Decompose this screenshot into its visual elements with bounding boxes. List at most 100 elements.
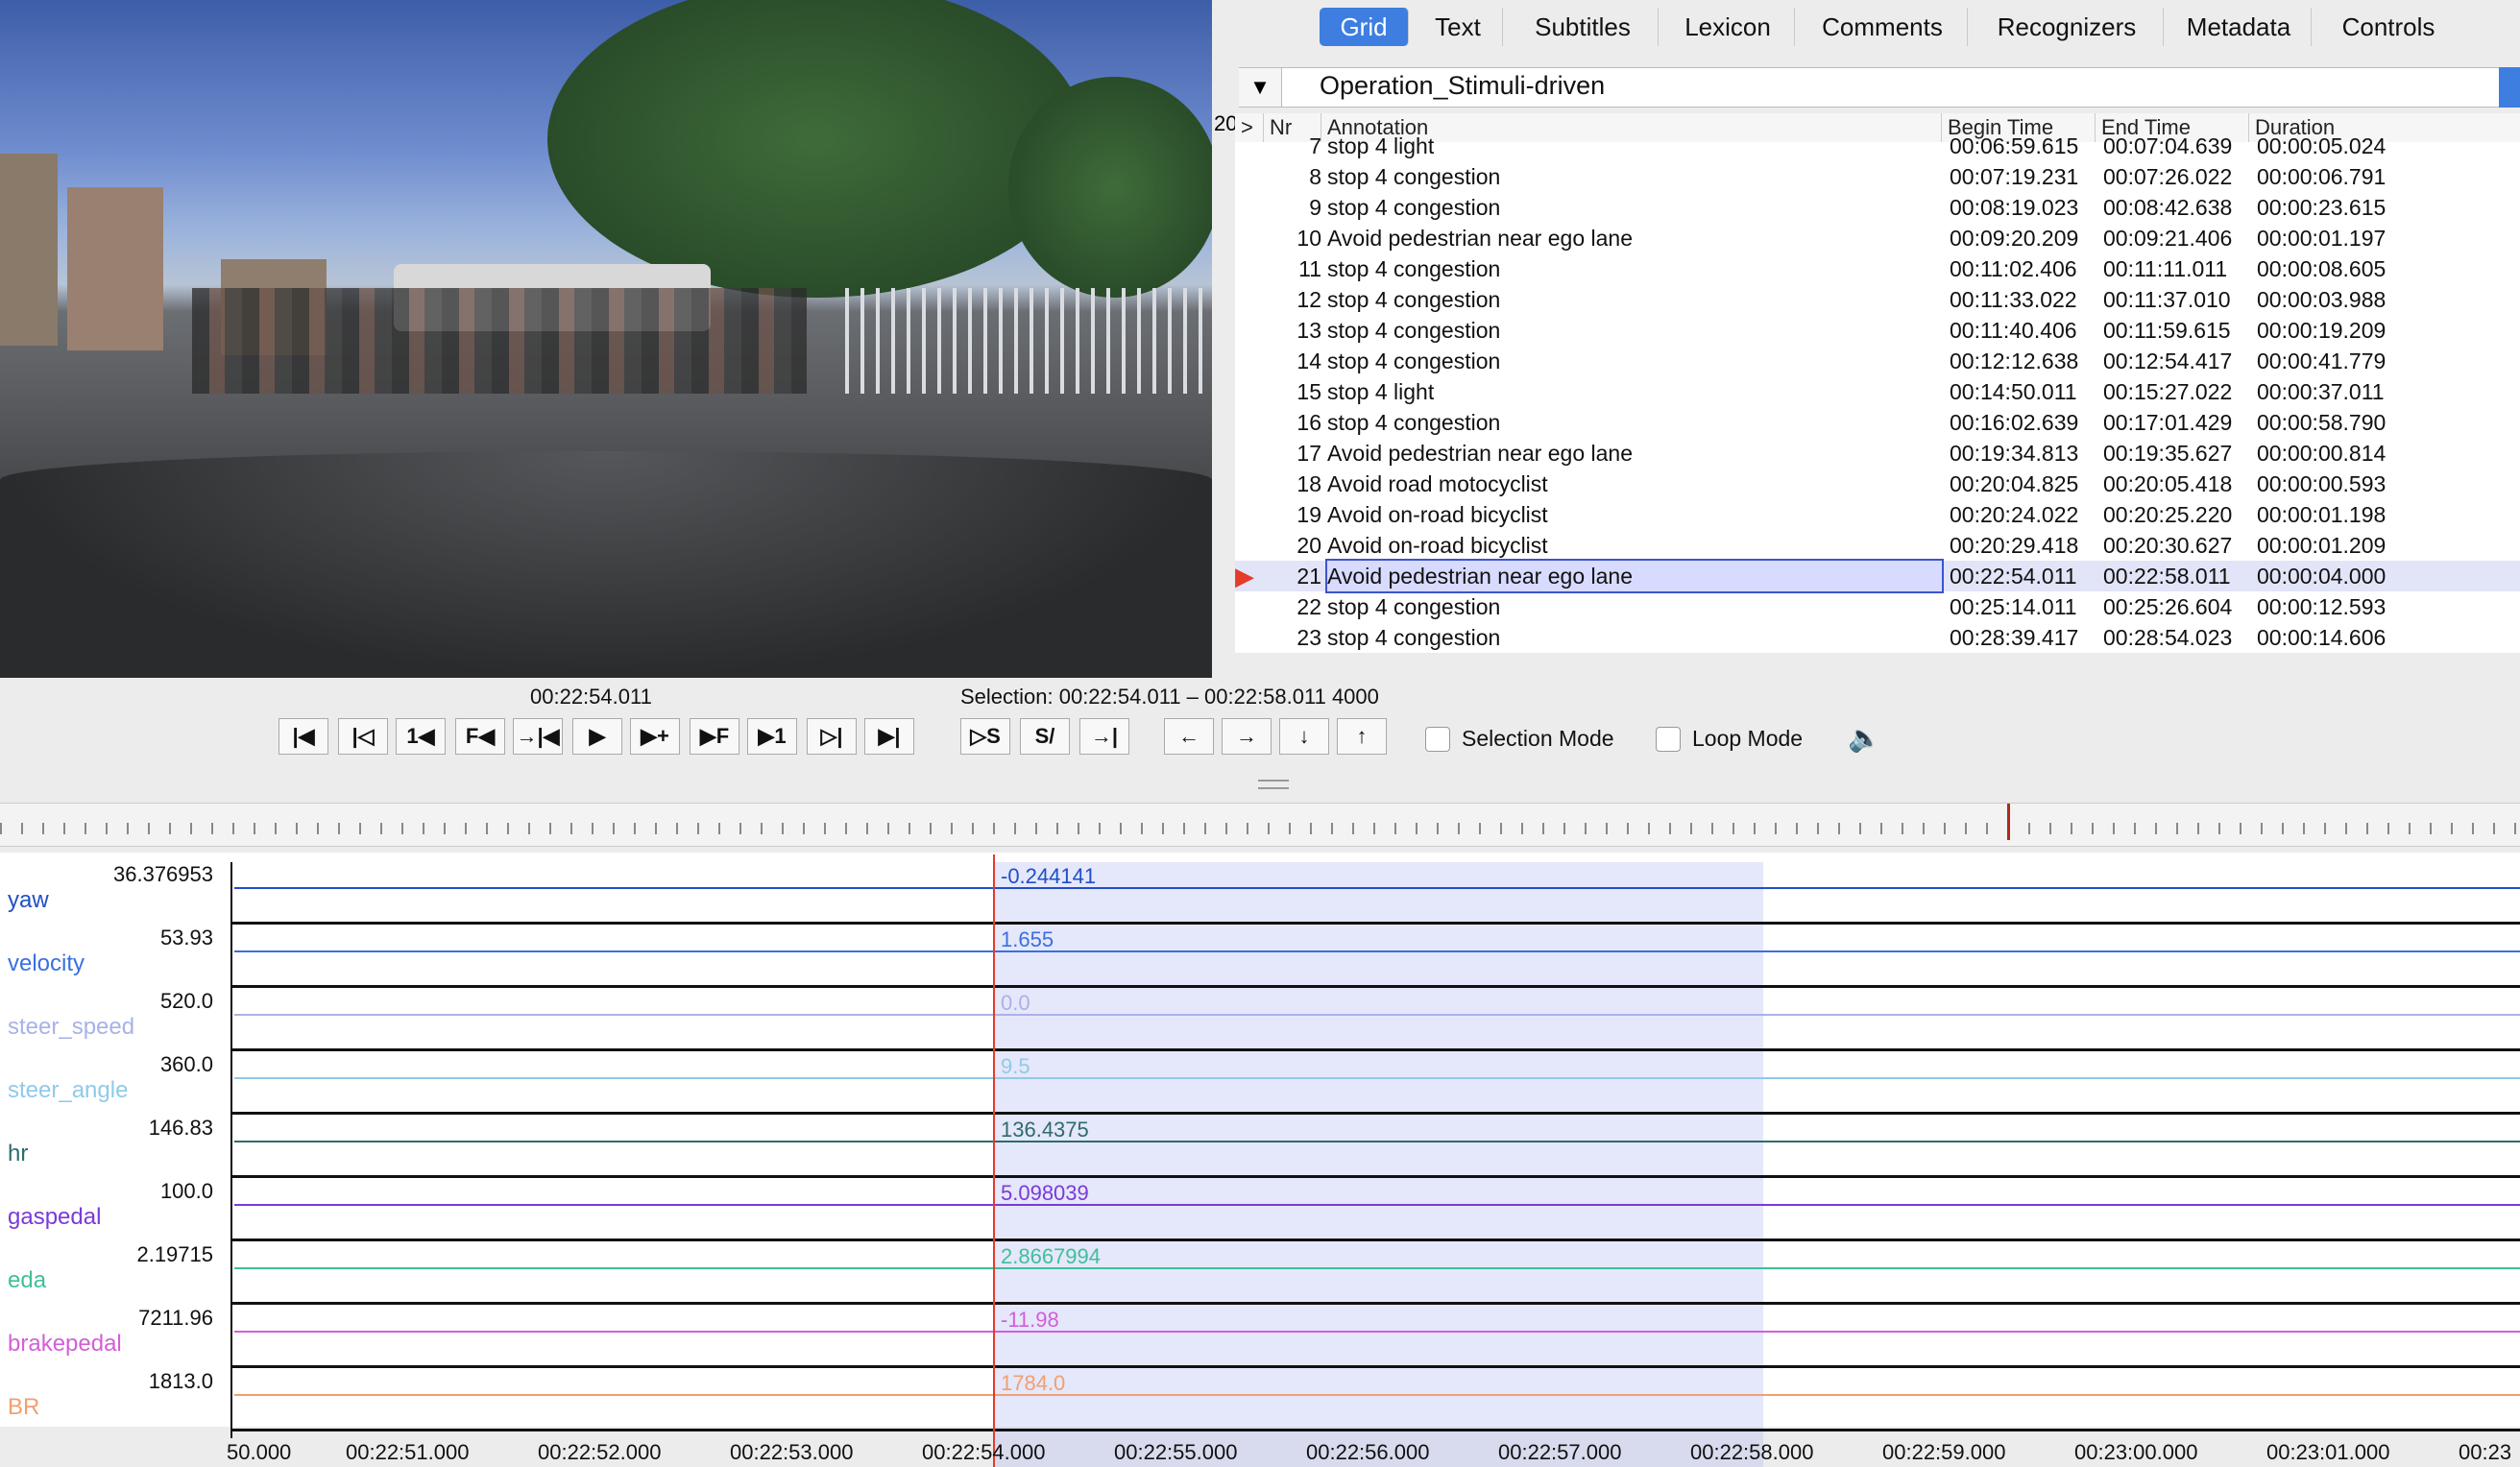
table-row[interactable]: 15 stop 4 light 00:14:50.011 00:15:27.022 00… bbox=[1235, 376, 2520, 407]
triangle-down-icon[interactable]: ▼ bbox=[1239, 68, 1282, 107]
table-row[interactable]: 19 Avoid on-road bicyclist 00:20:24.022 00:… bbox=[1235, 499, 2520, 530]
clear-selection-button[interactable]: S/ bbox=[1020, 718, 1070, 755]
crosshair-cursor[interactable] bbox=[993, 854, 995, 1467]
grid-cell-annotation: Avoid on-road bicyclist bbox=[1327, 502, 1548, 527]
grid-cell-nr: 19 bbox=[1296, 502, 1321, 527]
grid-cell-duration: 00:00:01.197 bbox=[2257, 226, 2387, 251]
table-row[interactable]: 18 Avoid road motocyclist 00:20:04.825 00:2… bbox=[1235, 469, 2520, 499]
selection-mode-checkbox[interactable] bbox=[1425, 727, 1450, 752]
tree bbox=[1008, 77, 1212, 298]
table-row[interactable]: 14 stop 4 congestion 00:12:12.638 00:12:54.… bbox=[1235, 346, 2520, 376]
prev-pixel-button[interactable]: 1◀ bbox=[396, 718, 446, 755]
play-selection-button[interactable]: ▷S bbox=[960, 718, 1010, 755]
grid-cell-end: 00:22:58.011 bbox=[2103, 564, 2231, 589]
tab-text[interactable]: Text bbox=[1414, 8, 1503, 46]
track-signal-line bbox=[234, 1394, 2520, 1396]
grid-cell-nr: 23 bbox=[1296, 625, 1321, 650]
video-frame bbox=[0, 0, 1212, 678]
grid-cell-annotation: stop 4 congestion bbox=[1327, 349, 1501, 373]
track-current-value: 136.4375 bbox=[1001, 1118, 1089, 1142]
grid-cell-annotation: stop 4 congestion bbox=[1327, 318, 1501, 343]
track-name[interactable]: eda bbox=[8, 1267, 46, 1294]
tab-controls[interactable]: Controls bbox=[2314, 8, 2462, 46]
track-name[interactable]: brakepedal bbox=[8, 1331, 122, 1358]
grid-cell-begin: 00:11:40.406 bbox=[1950, 318, 2077, 343]
prev-second-button[interactable]: F◀ bbox=[455, 718, 505, 755]
play-pause-button[interactable]: ▶ bbox=[572, 718, 622, 755]
grid-cell-end: 00:12:54.417 bbox=[2103, 349, 2233, 373]
table-row[interactable]: 20 Avoid on-road bicyclist 00:20:29.418 00:… bbox=[1235, 530, 2520, 561]
tab-grid[interactable]: Grid bbox=[1320, 8, 1409, 46]
timeline-cursor[interactable] bbox=[2007, 804, 2010, 840]
grid-cell-nr: 17 bbox=[1296, 441, 1321, 466]
table-row[interactable]: 10 Avoid pedestrian near ego lane 00:09:20… bbox=[1235, 223, 2520, 253]
table-row[interactable]: 13 stop 4 congestion 00:11:40.406 00:11:59.… bbox=[1235, 315, 2520, 346]
track-name[interactable]: steer_speed bbox=[8, 1014, 134, 1041]
track-signal-line bbox=[234, 1331, 2520, 1333]
next-frame-button[interactable]: ▷| bbox=[807, 718, 857, 755]
tab-recognizers[interactable]: Recognizers bbox=[1971, 8, 2164, 46]
track-name[interactable]: velocity bbox=[8, 950, 85, 977]
track-max-value: 520.0 bbox=[159, 989, 213, 1013]
track-name[interactable]: yaw bbox=[8, 887, 49, 914]
move-down-button[interactable]: ↓ bbox=[1279, 718, 1329, 755]
next-pixel-button[interactable]: ▶1 bbox=[747, 718, 797, 755]
grid-cell-duration: 00:00:19.209 bbox=[2257, 318, 2387, 343]
grid-cell-end: 00:25:26.604 bbox=[2103, 594, 2233, 619]
track-separator bbox=[230, 922, 2520, 925]
table-row[interactable]: 7 stop 4 light 00:06:59.615 00:07:04.639 00:… bbox=[1235, 131, 2520, 161]
media-time: 00:22:54.011 bbox=[530, 685, 652, 709]
table-row[interactable]: 12 stop 4 congestion 00:11:33.022 00:11:37.… bbox=[1235, 284, 2520, 315]
volume-icon[interactable]: 🔈 bbox=[1848, 722, 1881, 754]
track-current-value: 5.098039 bbox=[1001, 1181, 1089, 1205]
track-left-axis bbox=[230, 862, 232, 1438]
prev-frame-button[interactable]: |◁ bbox=[338, 718, 388, 755]
track-name[interactable]: steer_angle bbox=[8, 1077, 128, 1104]
tab-metadata[interactable]: Metadata bbox=[2167, 8, 2312, 46]
tab-subtitles[interactable]: Subtitles bbox=[1508, 8, 1659, 46]
go-to-begin-button[interactable]: |◀ bbox=[279, 718, 328, 755]
move-left-button[interactable]: ← bbox=[1164, 718, 1214, 755]
timeline-ruler[interactable] bbox=[0, 803, 2520, 847]
track-signal-line bbox=[234, 1014, 2520, 1016]
move-up-button[interactable]: ↑ bbox=[1337, 718, 1387, 755]
track-current-value: 1.655 bbox=[1001, 927, 1054, 951]
loop-mode-checkbox[interactable] bbox=[1656, 727, 1681, 752]
go-to-end-button[interactable]: ▶| bbox=[864, 718, 914, 755]
track-separator bbox=[230, 1175, 2520, 1178]
grid-cell-nr: 11 bbox=[1298, 256, 1321, 281]
splitter-handle[interactable] bbox=[1258, 780, 1289, 789]
prev-annotation-button[interactable]: →|◀ bbox=[513, 718, 563, 755]
grid-cell-duration: 00:00:14.606 bbox=[2257, 625, 2387, 650]
move-right-button[interactable]: → bbox=[1222, 718, 1272, 755]
grid-cell-nr: 16 bbox=[1296, 410, 1321, 435]
track-name[interactable]: gaspedal bbox=[8, 1204, 101, 1231]
track-signal-line bbox=[234, 1077, 2520, 1079]
tier-spinner[interactable] bbox=[2499, 67, 2520, 108]
table-row[interactable]: 22 stop 4 congestion 00:25:14.011 00:25:26.… bbox=[1235, 591, 2520, 622]
table-row[interactable]: 8 stop 4 congestion 00:07:19.231 00:07:26.0… bbox=[1235, 161, 2520, 192]
grid-cell-end: 00:08:42.638 bbox=[2103, 195, 2233, 220]
next-annotation-button[interactable]: ▶+ bbox=[630, 718, 680, 755]
grid-cell-end: 00:19:35.627 bbox=[2103, 441, 2233, 466]
table-row[interactable]: 17 Avoid pedestrian near ego lane 00:19:34… bbox=[1235, 438, 2520, 469]
time-axis-label: 00:22:57.000 bbox=[1498, 1440, 1622, 1464]
table-row[interactable]: 16 stop 4 congestion 00:16:02.639 00:17:01.… bbox=[1235, 407, 2520, 438]
track-max-value: 100.0 bbox=[159, 1179, 213, 1203]
table-row[interactable]: 23 stop 4 congestion 00:28:39.417 00:28:54.… bbox=[1235, 622, 2520, 653]
to-selection-end-button[interactable]: →| bbox=[1079, 718, 1129, 755]
grid-cell-end: 00:09:21.406 bbox=[2103, 226, 2233, 251]
grid-cell-begin: 00:20:29.418 bbox=[1950, 533, 2079, 558]
track-max-value: 36.376953 bbox=[113, 862, 213, 886]
table-row[interactable]: 11 stop 4 congestion 00:11:02.406 00:11:11.… bbox=[1235, 253, 2520, 284]
track-name[interactable]: hr bbox=[8, 1141, 28, 1167]
tab-comments[interactable]: Comments bbox=[1798, 8, 1968, 46]
track-name[interactable]: BR bbox=[8, 1394, 39, 1421]
track-max-value: 146.83 bbox=[148, 1116, 213, 1140]
table-row[interactable]: 21 Avoid pedestrian near ego lane 00:22:54… bbox=[1235, 559, 2520, 593]
grid-cell-annotation: Avoid road motocyclist bbox=[1327, 471, 1548, 496]
tab-lexicon[interactable]: Lexicon bbox=[1661, 8, 1795, 46]
table-row[interactable]: 9 stop 4 congestion 00:08:19.023 00:08:42.6… bbox=[1235, 192, 2520, 223]
next-second-button[interactable]: ▶F bbox=[690, 718, 739, 755]
selection-region[interactable] bbox=[995, 862, 1763, 1467]
